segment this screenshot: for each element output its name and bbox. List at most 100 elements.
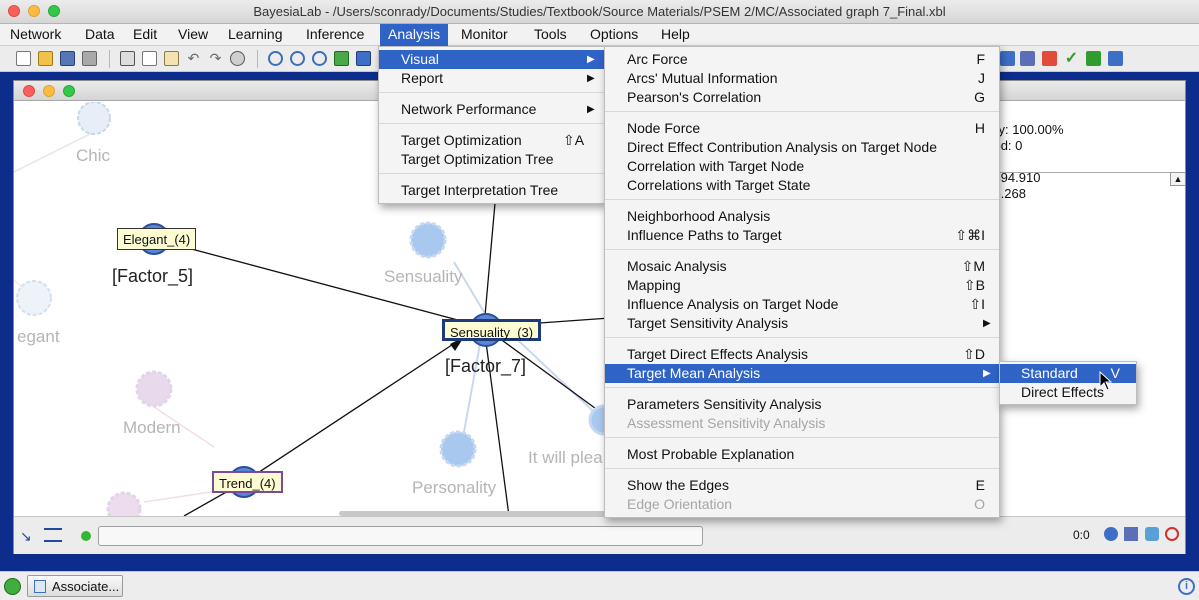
paste-icon[interactable] (164, 51, 179, 66)
visual-menu-item-arcs-mutual-information[interactable]: Arcs' Mutual Information J (605, 69, 999, 88)
validate-icon[interactable]: ✓ (1064, 51, 1079, 67)
menu-network[interactable]: Network (2, 24, 69, 46)
menu-tools[interactable]: Tools (526, 24, 575, 46)
menu-bar: Network Data Edit View Learning Inferenc… (0, 24, 1199, 46)
flag-icon[interactable] (1086, 51, 1101, 66)
node-label-elegant[interactable]: Elegant_(4) (117, 228, 197, 250)
visual-menu-item-parameters-sensitivity-analysis[interactable]: Parameters Sensitivity Analysis (605, 395, 999, 414)
visual-menu-item-most-probable-explanation[interactable]: Most Probable Explanation (605, 445, 999, 464)
database-icon[interactable] (1145, 527, 1159, 541)
layout-icon[interactable] (356, 51, 371, 66)
graph-minimize-button[interactable] (43, 85, 55, 97)
node-name-chic: Chic (76, 146, 111, 165)
status-bar: ↘ 0:0 (14, 516, 1185, 554)
menu-separator (605, 199, 999, 200)
node-name-elegant: egant (17, 327, 60, 346)
menu-analysis[interactable]: Analysis (380, 24, 449, 46)
menu-monitor[interactable]: Monitor (453, 24, 516, 46)
network-stats-panel: bility: 100.00% hood: 0 21 e: 394.910 e:… (979, 122, 1185, 202)
toolbar-separator (109, 50, 110, 68)
monitor-icon[interactable] (1104, 527, 1118, 541)
info-icon[interactable]: i (1178, 578, 1195, 595)
network-icon[interactable] (1124, 527, 1138, 541)
stat-line: hood: 0 (979, 138, 1023, 153)
menu-separator (379, 92, 604, 93)
arc-mode-icon[interactable]: ↘ (20, 528, 38, 544)
node-name-personality: Personality (412, 478, 497, 497)
document-icon (34, 580, 46, 593)
menu-edit[interactable]: Edit (125, 24, 165, 46)
add-node-icon[interactable] (1108, 51, 1123, 66)
toolbar-separator (257, 50, 258, 68)
menu-separator (605, 468, 999, 469)
target-mean-menu-item-direct-effects[interactable]: Direct Effects (1000, 383, 1136, 402)
analysis-menu-item-report[interactable]: Report ▶ (379, 69, 604, 88)
stat-line: 21 (979, 154, 1185, 170)
factor-label-7: [Factor_7] (445, 356, 527, 376)
menu-help[interactable]: Help (653, 24, 698, 46)
delete-arc-icon[interactable] (1042, 51, 1057, 66)
target-mean-menu-item-standard[interactable]: Standard V (1000, 364, 1136, 383)
no-symbol-icon[interactable] (1165, 527, 1179, 541)
arc-tool-icon[interactable] (1000, 51, 1015, 66)
zoom-out-icon[interactable] (290, 51, 305, 66)
taskbar-document-label: Associate... (52, 579, 120, 594)
visual-menu-item-target-sensitivity-analysis[interactable]: Target Sensitivity Analysis ▶ (605, 314, 999, 333)
zoom-reset-icon[interactable] (312, 51, 327, 66)
fit-to-window-icon[interactable] (334, 51, 349, 66)
new-file-icon[interactable] (16, 51, 31, 66)
visual-menu-item-show-the-edges[interactable]: Show the Edges E (605, 476, 999, 495)
menu-separator (379, 123, 604, 124)
taskbar-document-button[interactable]: Associate... (27, 575, 123, 597)
reverse-arc-icon[interactable] (1020, 51, 1035, 66)
node-name-sensuality: Sensuality (384, 267, 463, 286)
visual-menu-item-influence-analysis-on-target[interactable]: Influence Analysis on Target Node ⇧I (605, 295, 999, 314)
node-label-trend[interactable]: Trend_(4) (212, 471, 283, 493)
find-icon[interactable] (230, 51, 245, 66)
undo-icon[interactable]: ↶ (186, 51, 201, 66)
app-status-icon[interactable] (4, 578, 21, 595)
stat-line: e: 6.268 (979, 186, 1026, 201)
visual-menu-item-mapping[interactable]: Mapping ⇧B (605, 276, 999, 295)
target-mean-analysis-submenu: Standard V Direct Effects (999, 361, 1137, 405)
visual-menu-item-correlations-with-target-state[interactable]: Correlations with Target State (605, 176, 999, 195)
graph-zoom-button[interactable] (63, 85, 75, 97)
analysis-menu-item-network-performance[interactable]: Network Performance ▶ (379, 100, 604, 119)
node-name-modern: Modern (123, 418, 181, 437)
cut-icon[interactable] (120, 51, 135, 66)
visual-menu-item-target-direct-effects-analysis[interactable]: Target Direct Effects Analysis ⇧D (605, 345, 999, 364)
zoom-in-icon[interactable] (268, 51, 283, 66)
visual-menu-item-pearsons-correlation[interactable]: Pearson's Correlation G (605, 88, 999, 107)
visual-menu-item-assessment-sensitivity-analysis: Assessment Sensitivity Analysis (627, 415, 826, 431)
menu-learning[interactable]: Learning (220, 24, 291, 46)
visual-menu-item-mosaic-analysis[interactable]: Mosaic Analysis ⇧M (605, 257, 999, 276)
visual-menu-item-direct-effect-contribution[interactable]: Direct Effect Contribution Analysis on T… (605, 138, 999, 157)
redo-icon[interactable]: ↷ (208, 51, 223, 66)
window-title: BayesiaLab - /Users/sconrady/Documents/S… (253, 4, 946, 19)
menu-options[interactable]: Options (582, 24, 646, 46)
visual-menu-item-target-mean-analysis[interactable]: Target Mean Analysis ▶ (605, 364, 999, 383)
taskbar: Associate... i (0, 571, 1199, 600)
analysis-menu-item-target-optimization-tree[interactable]: Target Optimization Tree (379, 150, 604, 169)
visual-menu-item-influence-paths-to-target[interactable]: Influence Paths to Target ⇧⌘I (605, 226, 999, 245)
menu-view[interactable]: View (170, 24, 216, 46)
graph-close-button[interactable] (23, 85, 35, 97)
analysis-menu-item-visual[interactable]: Visual ▶ (379, 50, 604, 69)
progress-bar (98, 526, 703, 546)
visual-menu-item-arc-force[interactable]: Arc Force F (605, 50, 999, 69)
visual-menu-item-correlation-with-target-node[interactable]: Correlation with Target Node (605, 157, 999, 176)
visual-menu-item-node-force[interactable]: Node Force H (605, 119, 999, 138)
visual-menu-item-neighborhood-analysis[interactable]: Neighborhood Analysis (605, 207, 999, 226)
menu-inference[interactable]: Inference (298, 24, 372, 46)
collapse-arrow-icon[interactable]: ▲ (1170, 172, 1185, 186)
node-label-sensuality[interactable]: Sensuality_(3) (442, 319, 542, 341)
list-icon[interactable] (44, 528, 62, 542)
open-folder-icon[interactable] (38, 51, 53, 66)
copy-icon[interactable] (142, 51, 157, 66)
analysis-menu: Visual ▶ Report ▶ Network Performance ▶ … (378, 46, 605, 204)
save-icon[interactable] (60, 51, 75, 66)
menu-data[interactable]: Data (77, 24, 123, 46)
analysis-menu-item-target-optimization[interactable]: Target Optimization ⇧A (379, 131, 604, 150)
analysis-menu-item-target-interpretation-tree[interactable]: Target Interpretation Tree (379, 181, 604, 200)
print-icon[interactable] (82, 51, 97, 66)
